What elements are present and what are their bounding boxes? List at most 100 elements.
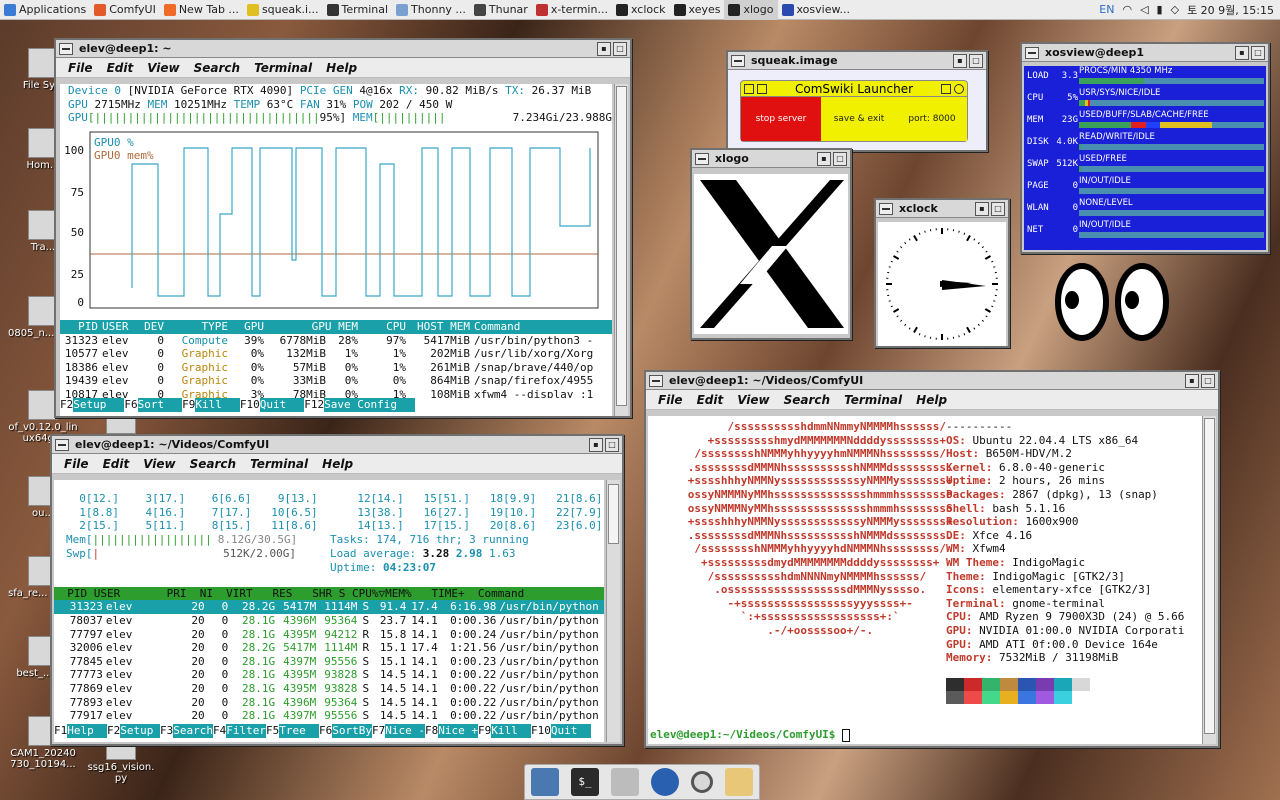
terminal-launcher-icon[interactable]: $_ bbox=[571, 768, 599, 796]
launcher-expand-icon[interactable] bbox=[954, 83, 964, 94]
fkey-label[interactable]: Sort bbox=[137, 398, 183, 412]
maximize-button[interactable]: □ bbox=[605, 437, 619, 452]
maximize-button[interactable]: □ bbox=[1201, 373, 1215, 388]
title-bar[interactable]: xclock ▪ □ bbox=[876, 200, 1008, 218]
taskbar-item[interactable]: squeak.i... bbox=[243, 0, 323, 20]
port-button[interactable]: port: 8000 bbox=[897, 97, 967, 141]
taskbar-item[interactable]: Applications bbox=[0, 0, 90, 20]
launcher-close-icon[interactable] bbox=[744, 83, 754, 94]
scrollbar[interactable] bbox=[1202, 416, 1216, 744]
menu-item-terminal[interactable]: Terminal bbox=[250, 457, 308, 471]
fkey[interactable]: F9 bbox=[478, 724, 491, 738]
fkey-label[interactable]: Quit bbox=[259, 398, 305, 412]
taskbar-item[interactable]: xosview... bbox=[778, 0, 854, 20]
keyboard-layout[interactable]: EN bbox=[1099, 3, 1114, 16]
terminal-content[interactable]: Device 0 [NVIDIA GeForce RTX 4090] PCIe … bbox=[60, 84, 612, 416]
window-menu-icon[interactable] bbox=[1025, 46, 1039, 59]
column-header[interactable]: PID bbox=[60, 320, 98, 334]
fkey-label[interactable]: SortBy bbox=[332, 724, 372, 738]
battery-icon[interactable]: ▮ bbox=[1157, 3, 1163, 16]
menu-item-search[interactable]: Search bbox=[190, 457, 236, 471]
minimize-button[interactable]: ▪ bbox=[597, 41, 611, 56]
title-bar[interactable]: elev@deep1: ~/Videos/ComfyUI ▪ □ bbox=[646, 372, 1218, 390]
column-header[interactable]: CPU bbox=[358, 320, 406, 334]
taskbar-item[interactable]: ComfyUI bbox=[90, 0, 160, 20]
fkey[interactable]: F8 bbox=[425, 724, 438, 738]
table-row[interactable]: 31323 elev 20 0 28.2G 5417M 1114M S 91.4 17.4 6:16… bbox=[54, 600, 604, 614]
title-bar[interactable]: elev@deep1: ~ ▪ □ bbox=[56, 40, 630, 58]
launcher-menu-icon[interactable] bbox=[757, 83, 767, 94]
web-browser-icon[interactable] bbox=[651, 768, 679, 796]
taskbar-item[interactable]: Terminal bbox=[323, 0, 393, 20]
menu-item-file[interactable]: File bbox=[64, 457, 89, 471]
volume-icon[interactable]: ◁ bbox=[1140, 3, 1148, 16]
fkey-label[interactable]: Kill bbox=[195, 398, 240, 412]
fkey[interactable]: F9 bbox=[182, 398, 195, 412]
column-header[interactable]: Command bbox=[470, 320, 594, 334]
title-bar[interactable]: xosview@deep1 ▪ □ bbox=[1022, 44, 1268, 62]
table-row[interactable]: 77797 elev 20 0 28.1G 4395M 94212 R 15.8 14.1 0:00… bbox=[54, 628, 604, 642]
fkey-label[interactable]: Nice - bbox=[385, 724, 425, 738]
fkey-label[interactable]: Nice + bbox=[438, 724, 478, 738]
htop-terminal-window[interactable]: elev@deep1: ~/Videos/ComfyUI ▪ □ File Edi… bbox=[50, 434, 624, 746]
fkey[interactable]: F6 bbox=[124, 398, 137, 412]
fkey[interactable]: F12 bbox=[304, 398, 324, 412]
table-header[interactable]: PID USER PRI NI VIRT RES SHR S CPU%▽MEM%… bbox=[54, 586, 604, 601]
minimize-button[interactable]: ▪ bbox=[953, 53, 967, 68]
table-row[interactable]: 77869 elev 20 0 28.1G 4395M 93828 S 14.5 14.1 0:00… bbox=[54, 682, 604, 696]
xosview-window[interactable]: xosview@deep1 ▪ □ LOAD 3.3 PROCS/MIN 4350 … bbox=[1020, 42, 1270, 254]
title-bar[interactable]: squeak.image ▪ □ bbox=[728, 52, 986, 70]
title-bar[interactable]: xlogo ▪ □ bbox=[692, 150, 850, 168]
fkey-label[interactable]: Save Config bbox=[324, 398, 415, 412]
menu-item-help[interactable]: Help bbox=[916, 393, 947, 407]
files-folder-icon[interactable] bbox=[725, 768, 753, 796]
taskbar-item[interactable]: xeyes bbox=[670, 0, 725, 20]
fkey[interactable]: F10 bbox=[531, 724, 551, 738]
minimize-button[interactable]: ▪ bbox=[1185, 373, 1199, 388]
home-folder-icon[interactable] bbox=[611, 768, 639, 796]
save-exit-button[interactable]: save & exit bbox=[821, 97, 897, 141]
search-icon[interactable] bbox=[691, 771, 713, 793]
fkey-label[interactable]: Filter bbox=[226, 724, 266, 738]
table-row[interactable]: 77893 elev 20 0 28.1G 4396M 95364 S 14.5 14.1 0:00… bbox=[54, 696, 604, 710]
scrollbar[interactable] bbox=[606, 480, 620, 742]
comswiki-launcher[interactable]: ComSwiki Launcher stop server save & exi… bbox=[740, 80, 968, 142]
taskbar-item[interactable]: New Tab ... bbox=[160, 0, 243, 20]
table-row[interactable]: 77845 elev 20 0 28.1G 4397M 95556 S 15.1 14.1 0:00… bbox=[54, 655, 604, 669]
column-header[interactable]: GPU bbox=[228, 320, 264, 334]
menu-item-help[interactable]: Help bbox=[322, 457, 353, 471]
column-header[interactable]: HOST MEM bbox=[406, 320, 470, 334]
fkey[interactable]: F2 bbox=[60, 398, 73, 412]
window-menu-icon[interactable] bbox=[59, 42, 73, 55]
table-row[interactable]: 19439 elev 0 Graphic 0% 33MiB 0% 0% 864MiB/snap/… bbox=[60, 374, 612, 388]
fkey[interactable]: F2 bbox=[107, 724, 120, 738]
table-row[interactable]: 32006 elev 20 0 28.2G 5417M 1114M R 15.1 17.4 1:21… bbox=[54, 641, 604, 655]
squeak-window[interactable]: squeak.image ▪ □ ComSwiki Launcher stop … bbox=[726, 50, 988, 152]
menu-item-search[interactable]: Search bbox=[194, 61, 240, 75]
fkey-label[interactable]: Quit bbox=[550, 724, 591, 738]
menu-item-terminal[interactable]: Terminal bbox=[844, 393, 902, 407]
taskbar-item[interactable]: Thonny ... bbox=[392, 0, 470, 20]
minimize-button[interactable]: ▪ bbox=[589, 437, 603, 452]
taskbar-item[interactable]: x-termin... bbox=[532, 0, 612, 20]
fkey[interactable]: F3 bbox=[160, 724, 173, 738]
show-desktop-icon[interactable] bbox=[531, 768, 559, 796]
fkey[interactable]: F6 bbox=[319, 724, 332, 738]
xclock-window[interactable]: xclock ▪ □ bbox=[874, 198, 1010, 348]
nvtop-terminal-window[interactable]: elev@deep1: ~ ▪ □ File Edit View Search Term… bbox=[54, 38, 632, 418]
minimize-button[interactable]: ▪ bbox=[817, 151, 831, 166]
menu-item-edit[interactable]: Edit bbox=[103, 457, 130, 471]
table-row[interactable]: 77917 elev 20 0 28.1G 4397M 95556 S 14.5 14.1 0:00… bbox=[54, 709, 604, 723]
table-row[interactable]: 77773 elev 20 0 28.1G 4395M 93828 S 14.5 14.1 0:00… bbox=[54, 668, 604, 682]
scrollbar[interactable] bbox=[614, 84, 628, 416]
fkey-label[interactable]: Search bbox=[173, 724, 213, 738]
terminal-content[interactable]: /sssssssssshdmmNNmmyNMMMMhssssss/ +sssss… bbox=[648, 416, 1202, 744]
window-menu-icon[interactable] bbox=[879, 202, 893, 215]
fkey[interactable]: F7 bbox=[372, 724, 385, 738]
maximize-button[interactable]: □ bbox=[833, 151, 847, 166]
column-header[interactable]: USER bbox=[98, 320, 138, 334]
terminal-content[interactable]: 0[12.] 3[17.] 6[6.6] 9[13.] 12[14.] 15[5… bbox=[54, 480, 604, 742]
wifi-icon[interactable]: ◠ bbox=[1122, 3, 1132, 16]
fkey-label[interactable]: Setup bbox=[73, 398, 125, 412]
table-row[interactable]: 18386 elev 0 Graphic 0% 57MiB 0% 1% 261MiB/snap/… bbox=[60, 361, 612, 375]
